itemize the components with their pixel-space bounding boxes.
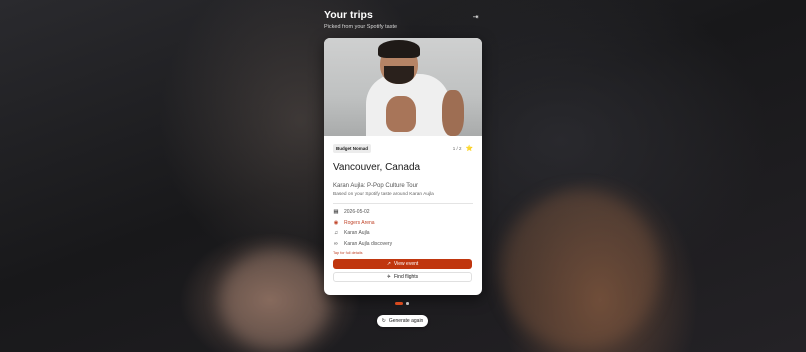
pagination-dots — [395, 302, 409, 305]
background-hands — [220, 250, 330, 350]
pager-count: 1 / 2 — [452, 146, 462, 151]
share-icon[interactable]: ⭐ — [466, 146, 473, 152]
event-details: ▦ 2026-05-02 ◉ Rogers Arena ♫ Karan Aujl… — [333, 207, 473, 249]
page-subtitle: Picked from your Spotify taste — [324, 24, 398, 30]
music-note-icon: ♫ — [333, 230, 339, 237]
logout-icon[interactable]: ⇥ — [471, 13, 480, 22]
detail-venue[interactable]: ◉ Rogers Arena — [333, 218, 473, 229]
card-pager: 1 / 2 ⭐ — [453, 146, 473, 152]
map-pin-icon: ◉ — [333, 219, 339, 226]
recommendation-reason: Based on your Spotify taste around Karan… — [333, 192, 434, 197]
divider — [333, 203, 473, 204]
find-flights-button[interactable]: ✈ Find flights — [333, 272, 472, 282]
refresh-icon: ↻ — [381, 318, 386, 324]
persona-badge: Budget Nomad — [333, 144, 371, 153]
link-icon: ∞ — [334, 240, 338, 247]
trip-card[interactable]: Budget Nomad 1 / 2 ⭐ Vancouver, Canada K… — [324, 38, 482, 295]
artist-photo — [324, 38, 482, 136]
tap-hint: Tap for full details — [333, 251, 363, 255]
page-header: Your trips Picked from your Spotify tast… — [324, 9, 482, 31]
page-title: Your trips — [324, 9, 373, 21]
destination-city: Vancouver, Canada — [333, 162, 421, 173]
generate-again-button[interactable]: ↻ Generate again — [377, 315, 428, 327]
plane-icon: ✈ — [386, 274, 391, 280]
detail-discovery: ∞ Karan Aujla discovery — [334, 240, 393, 247]
external-link-icon: ↗ — [386, 261, 391, 267]
event-name: Karan Aujla: P-Pop Culture Tour — [333, 183, 418, 189]
view-event-button[interactable]: ↗ View event — [333, 259, 472, 269]
detail-date: ▦ 2026-05-02 — [333, 209, 370, 216]
calendar-icon: ▦ — [333, 209, 339, 216]
detail-artist: ♫ Karan Aujla — [333, 230, 370, 237]
background-shoulder — [500, 190, 660, 350]
pagination-dot[interactable] — [406, 302, 409, 305]
pagination-dot-active[interactable] — [395, 302, 403, 305]
